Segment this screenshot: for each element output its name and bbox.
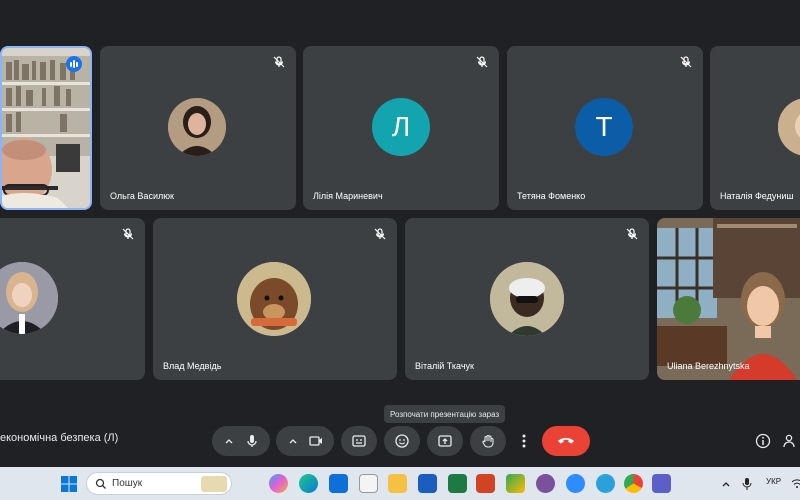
participant-video-feed (657, 218, 800, 380)
zoom-icon[interactable] (566, 474, 585, 493)
participant-tile[interactable]: Uliana Berezhnytska (657, 218, 800, 380)
file-explorer-icon[interactable] (388, 474, 407, 493)
search-icon (95, 478, 106, 489)
people-button[interactable] (782, 426, 800, 456)
participant-name: Наталія Федуниш (720, 191, 794, 201)
leave-call-button[interactable] (542, 426, 590, 456)
mic-off-icon (680, 56, 692, 68)
participant-avatar (237, 262, 311, 336)
chevron-up-icon[interactable] (721, 479, 731, 489)
meeting-info-button[interactable] (752, 426, 774, 456)
meet-icon[interactable] (506, 474, 525, 493)
participant-tile[interactable]: Л Лілія Мариневич (303, 46, 499, 210)
os-taskbar: Пошук УКР (0, 467, 800, 500)
captions-icon (352, 435, 366, 447)
viber-icon[interactable] (536, 474, 555, 493)
taskbar-search-input[interactable]: Пошук (86, 472, 232, 495)
search-placeholder: Пошук (112, 478, 143, 489)
mic-off-icon (122, 228, 134, 240)
teams-icon[interactable] (652, 474, 671, 493)
copilot-icon[interactable] (269, 474, 288, 493)
notepad-icon[interactable] (359, 474, 378, 493)
participant-name: Віталій Ткачук (415, 361, 474, 371)
participant-name: Влад Медвідь (163, 361, 222, 371)
captions-button[interactable] (341, 426, 377, 456)
participant-name: Лілія Мариневич (313, 191, 383, 201)
participant-name: Ольга Василюк (110, 191, 174, 201)
emoji-button[interactable] (384, 426, 420, 456)
participant-tile[interactable]: Віталій Ткачук (405, 218, 649, 380)
wifi-icon[interactable] (792, 479, 800, 489)
raise-hand-button[interactable] (470, 426, 506, 456)
camera-control-group (276, 426, 334, 456)
participant-tile[interactable]: Т Тетяна Фоменко (507, 46, 703, 210)
mic-off-icon (273, 56, 285, 68)
self-video-feed (2, 48, 90, 208)
people-icon (783, 434, 795, 448)
microphone-tray-icon[interactable] (742, 478, 752, 490)
participant-avatar: Т (575, 98, 633, 156)
chevron-up-icon[interactable] (286, 434, 300, 448)
participant-tile[interactable]: Ольга Василюк (100, 46, 296, 210)
windows-start-icon[interactable] (61, 476, 77, 492)
present-icon (438, 435, 452, 447)
info-icon (755, 433, 771, 449)
meeting-title: економічна безпека (Л) (0, 432, 119, 444)
excel-icon[interactable] (448, 474, 467, 493)
teamviewer-icon[interactable] (329, 474, 348, 493)
participant-name: Uliana Berezhnytska (667, 361, 750, 371)
mic-icon[interactable] (244, 433, 260, 449)
participant-tile[interactable]: Наталія Федуниш (710, 46, 800, 210)
powerpoint-icon[interactable] (476, 474, 495, 493)
mic-control-group (212, 426, 270, 456)
present-button[interactable] (427, 426, 463, 456)
participant-avatar (0, 262, 58, 334)
mic-off-icon (626, 228, 638, 240)
participant-avatar (168, 98, 226, 156)
emoji-icon (395, 434, 409, 448)
more-options-button[interactable] (513, 426, 535, 456)
participant-name: Тетяна Фоменко (517, 191, 586, 201)
participant-tile[interactable]: Влад Медвідь (153, 218, 397, 380)
mic-off-icon (476, 56, 488, 68)
meeting-controls-bar: економічна безпека (Л) (0, 418, 800, 466)
leave-call-icon (558, 438, 574, 444)
word-icon[interactable] (418, 474, 437, 493)
mic-off-icon (374, 228, 386, 240)
participant-avatar: Л (372, 98, 430, 156)
search-highlight-icon (201, 476, 227, 492)
keyboard-language[interactable]: УКР (766, 477, 781, 486)
more-icon (522, 434, 526, 448)
edge-icon[interactable] (299, 474, 318, 493)
chevron-up-icon[interactable] (222, 434, 236, 448)
speaking-indicator-icon (66, 56, 82, 72)
camera-icon[interactable] (308, 433, 324, 449)
chrome-icon[interactable] (624, 474, 643, 493)
telegram-icon[interactable] (596, 474, 615, 493)
participant-avatar (490, 262, 564, 336)
participant-avatar (778, 98, 800, 156)
raise-hand-icon (482, 434, 494, 448)
participant-tile[interactable] (0, 218, 145, 380)
participant-tile-self[interactable] (0, 46, 92, 210)
